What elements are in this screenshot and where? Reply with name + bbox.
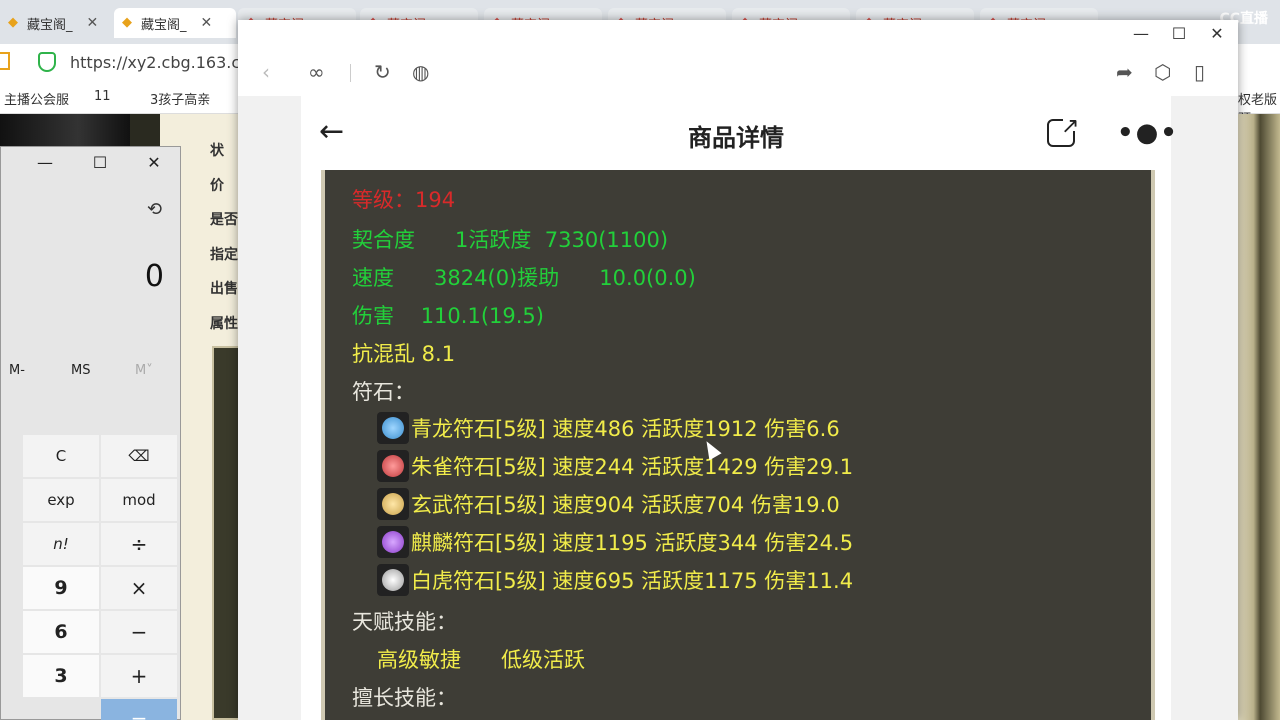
- cbg-logo-icon: ◆: [122, 15, 132, 30]
- rune-item: 玄武符石[5级] 速度904 活跃度704 伤害19.0: [377, 488, 840, 520]
- bookmark-item[interactable]: 主播公会服: [4, 89, 69, 108]
- level-line: 等级：194: [352, 188, 456, 212]
- label: 指定: [210, 246, 238, 263]
- rune-icon: [377, 526, 409, 558]
- rune-item: 白虎符石[5级] 速度695 活跃度1175 伤害11.4: [377, 564, 853, 596]
- maximize-icon[interactable]: ☐: [86, 153, 114, 172]
- expertise-label: 擅长技能：: [352, 686, 457, 710]
- mod-button[interactable]: mod: [101, 479, 177, 521]
- nav-back-icon[interactable]: ‹: [262, 60, 270, 84]
- backspace-button[interactable]: ⌫: [101, 435, 177, 477]
- security-shield-icon: [38, 52, 56, 72]
- banner-image: [0, 114, 130, 148]
- memory-minus-button[interactable]: M-: [9, 363, 25, 378]
- minimize-icon[interactable]: —: [31, 153, 59, 172]
- rune-icon: [377, 412, 409, 444]
- label: 是否: [210, 212, 238, 228]
- calculator-titlebar: — ☐ ✕: [1, 147, 182, 183]
- divide-button[interactable]: ÷: [101, 523, 177, 565]
- background-decoration: [1236, 114, 1280, 720]
- device-icon[interactable]: ▯: [1194, 60, 1205, 84]
- close-icon[interactable]: ✕: [201, 15, 213, 31]
- memory-store-button[interactable]: MS: [71, 363, 90, 378]
- stat-speed-assist: 速度 3824(0)援助 10.0(0.0): [352, 266, 696, 290]
- rune-item: 青龙符石[5级] 速度486 活跃度1912 伤害6.6: [377, 412, 840, 444]
- background-panel: [212, 346, 240, 720]
- digit-9-button[interactable]: 9: [23, 567, 99, 609]
- rune-icon: [377, 564, 409, 596]
- runes-label: 符石：: [352, 380, 415, 404]
- divider: [350, 64, 351, 82]
- url-field[interactable]: https://xy2.cbg.163.co: [70, 53, 250, 72]
- rune-item: 麒麟符石[5级] 速度1195 活跃度344 伤害24.5: [377, 526, 853, 558]
- memory-list-button[interactable]: M˅: [135, 363, 153, 378]
- bookmark-item[interactable]: 3孩子高亲: [150, 89, 210, 108]
- stat-affinity-activity: 契合度 1活跃度 7330(1100): [352, 228, 669, 252]
- product-popup-window: — ☐ ✕ ‹ ∞ ↻ ◍ ➦ ⬡ ▯ ← 商品详情 ↗ •●• 等级：194 …: [238, 20, 1238, 720]
- globe-icon[interactable]: ◍: [412, 60, 429, 84]
- rune-text: 白虎符石[5级] 速度695 活跃度1175 伤害11.4: [411, 569, 854, 593]
- talent-label: 天赋技能：: [352, 610, 457, 634]
- rune-text: 玄武符石[5级] 速度904 活跃度704 伤害19.0: [411, 493, 840, 517]
- home-icon[interactable]: [0, 52, 10, 70]
- app-header: ← 商品详情 ↗ •●•: [301, 98, 1177, 170]
- clear-button[interactable]: C: [23, 435, 99, 477]
- multiply-button[interactable]: ×: [101, 567, 177, 609]
- plus-button[interactable]: +: [101, 655, 177, 697]
- talent-skills: 高级敏捷 低级活跃: [377, 648, 586, 672]
- maximize-icon[interactable]: ☐: [1168, 24, 1190, 43]
- link-icon[interactable]: ∞: [308, 60, 325, 84]
- history-icon[interactable]: ⟲: [147, 199, 162, 220]
- cube-icon[interactable]: ⬡: [1154, 60, 1171, 84]
- stat-damage: 伤害 110.1(19.5): [352, 304, 544, 328]
- popup-margin: [238, 96, 301, 720]
- background-labels: 状 价 是否 指定 出售 属性: [210, 134, 238, 341]
- refresh-icon[interactable]: ↻: [374, 60, 391, 84]
- close-icon[interactable]: ✕: [140, 153, 168, 172]
- factorial-button[interactable]: n!: [23, 523, 99, 565]
- rune-icon: [377, 450, 409, 482]
- label: 属性: [210, 315, 238, 332]
- share-icon[interactable]: ➦: [1116, 60, 1133, 84]
- banner-image: [130, 114, 160, 148]
- stat-anti-chaos: 抗混乱 8.1: [352, 342, 456, 366]
- digit-6-button[interactable]: 6: [23, 611, 99, 653]
- digit-3-button[interactable]: 3: [23, 655, 99, 697]
- popup-margin: [1171, 96, 1238, 720]
- popup-navbar: ‹ ∞ ↻ ◍ ➦ ⬡ ▯: [238, 50, 1238, 96]
- page-title: 商品详情: [688, 124, 784, 152]
- rune-icon: [377, 488, 409, 520]
- close-icon[interactable]: ✕: [87, 15, 99, 31]
- pet-info-panel: 等级：194 契合度 1活跃度 7330(1100) 速度 3824(0)援助 …: [321, 170, 1155, 720]
- tab-title: 藏宝阁_: [141, 17, 187, 33]
- rune-item: 朱雀符石[5级] 速度244 活跃度1429 伤害29.1: [377, 450, 853, 482]
- label: 状: [210, 143, 224, 159]
- arrow-out-icon: ↗: [1061, 114, 1080, 139]
- calculator-display: 0: [144, 259, 164, 294]
- label: 价: [210, 177, 224, 194]
- tab-title: 藏宝阁_: [27, 17, 73, 33]
- close-icon[interactable]: ✕: [1206, 24, 1228, 43]
- tab-cbg-1[interactable]: ◆ 藏宝阁_ ✕: [0, 8, 112, 38]
- more-options-icon[interactable]: •●•: [1117, 118, 1179, 148]
- rune-text: 朱雀符石[5级] 速度244 活跃度1429 伤害29.1: [411, 455, 854, 479]
- label: 出售: [210, 281, 238, 297]
- cbg-logo-icon: ◆: [8, 15, 18, 30]
- exp-button[interactable]: exp: [23, 479, 99, 521]
- minus-button[interactable]: −: [101, 611, 177, 653]
- bookmark-item[interactable]: 11: [94, 89, 111, 104]
- tab-cbg-2[interactable]: ◆ 藏宝阁_ ✕: [114, 8, 236, 38]
- minimize-icon[interactable]: —: [1130, 24, 1152, 43]
- calculator-window: — ☐ ✕ ⟲ 0 M- MS M˅ C ⌫ exp mod n! ÷ 9 × …: [0, 146, 181, 720]
- equals-button[interactable]: =: [101, 699, 177, 720]
- rune-text: 青龙符石[5级] 速度486 活跃度1912 伤害6.6: [411, 417, 840, 441]
- rune-text: 麒麟符石[5级] 速度1195 活跃度344 伤害24.5: [411, 531, 854, 555]
